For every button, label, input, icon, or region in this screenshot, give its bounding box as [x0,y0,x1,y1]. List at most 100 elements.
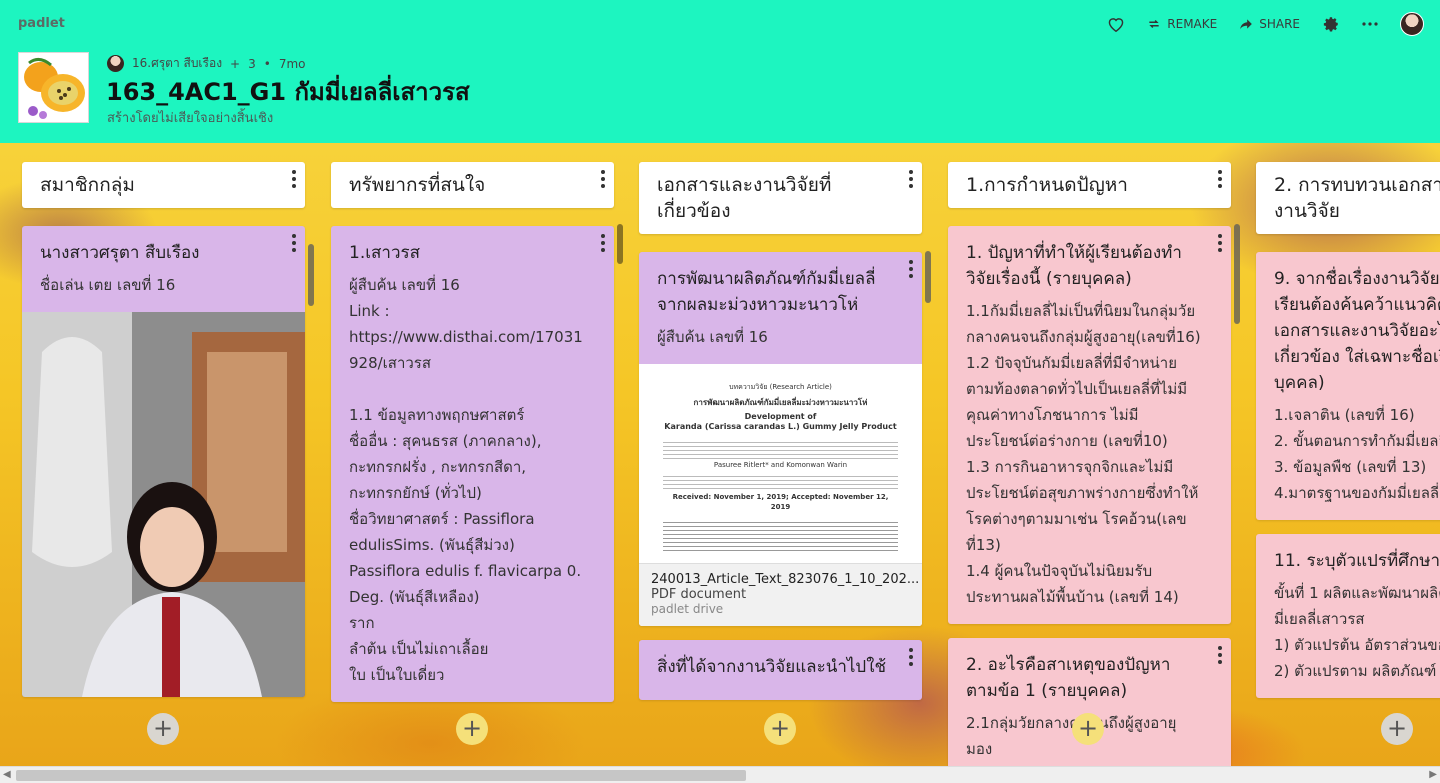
remake-icon [1149,20,1159,28]
gear-icon [1323,17,1338,32]
post-body: 1.1กัมมี่เยลลี่ไม่เป็นที่นิยมในกลุ่มวัยก… [966,302,1201,606]
column-header: 2. การทบทวนเอกสารและงานวิจัย [1256,162,1440,234]
column-menu-icon[interactable] [291,170,297,188]
column-title: 2. การทบทวนเอกสารและงานวิจัย [1274,174,1440,222]
padlet-subtitle: สร้างโดยไม่เสียใจอย่างสิ้นเชิง [107,111,274,126]
post-body: ผู้สืบค้น เลขที่ 16 [657,328,768,346]
column-literature-review: 2. การทบทวนเอกสารและงานวิจัย 9. จากชื่อเ… [1256,162,1440,712]
passion-fruit-image [19,53,88,122]
post-title: 1. ปัญหาที่ทำให้ผู้เรียนต้องทำวิจัยเรื่อ… [966,243,1182,289]
column-header: 1.การกำหนดปัญหา [948,162,1231,208]
column-posts: 1. ปัญหาที่ทำให้ผู้เรียนต้องทำวิจัยเรื่อ… [948,226,1231,766]
file-source: padlet drive [651,602,724,616]
padlet-age: 7mo [278,56,306,71]
doc-title-en-2: Karanda (Carissa carandas L.) Gummy Jell… [664,422,897,431]
scrollbar-thumb[interactable] [16,770,746,781]
post-line: ชื่ออื่น : สุคนธรส (ภาคกลาง), กะทกรกฝรั่… [349,432,542,502]
add-post-button[interactable]: + [1381,713,1413,745]
post-title: 1.เสาวรส [349,243,421,263]
more-horizontal-icon [1362,22,1378,26]
brand-logo[interactable]: padlet [18,16,65,31]
post-link[interactable]: https://www.disthai.com/17031928/เสาวรส [349,324,584,376]
user-avatar[interactable] [1400,12,1424,36]
post-line: Link : [349,302,390,320]
post-line: ผู้สืบค้น เลขที่ 16 [349,276,460,294]
post-menu-icon[interactable] [1217,646,1223,664]
attachment-preview[interactable]: บทความวิจัย (Research Article) การพัฒนาผ… [639,364,922,626]
column-header: ทรัพยากรที่สนใจ [331,162,614,208]
post-line: ราก [349,614,375,632]
post-body: ชื่อเล่น เตย เลขที่ 16 [40,276,176,294]
column-posts: 1.เสาวรส ผู้สืบค้น เลขที่ 16 Link : http… [331,226,614,702]
post-line: ชื่อวิทยาศาสตร์ : Passiflora edulisSims.… [349,510,582,606]
post-card[interactable]: 1.เสาวรส ผู้สืบค้น เลขที่ 16 Link : http… [331,226,614,702]
scroll-left-icon[interactable]: ◀ [3,769,11,780]
column-posts: นางสาวศรุตา สืบเรือง ชื่อเล่น เตย เลขที่… [22,226,305,697]
post-line: 1.1 ข้อมูลทางพฤกษศาสตร์ [349,406,525,424]
post-card[interactable]: 9. จากชื่อเรื่องงานวิจัยที่ตั้งไว้ ผู้เร… [1256,252,1440,520]
column-posts: 9. จากชื่อเรื่องงานวิจัยที่ตั้งไว้ ผู้เร… [1256,252,1440,698]
doc-received: Received: November 1, 2019; Accepted: No… [672,493,889,511]
portrait-image [22,312,305,697]
post-title: การพัฒนาผลิตภัณฑ์กัมมี่เยลลี่จากผลมะม่วง… [657,269,876,315]
post-card[interactable]: 11. ระบุตัวแปรที่ศึกษา ขั้นที่ 1 ผลิตและ… [1256,534,1440,698]
pdf-page-preview: บทความวิจัย (Research Article) การพัฒนาผ… [639,364,922,564]
scroll-indicator[interactable] [308,244,314,306]
author-name[interactable]: 16.ศรุตา สืบเรือง [132,54,222,73]
post-menu-icon[interactable] [908,260,914,278]
post-card[interactable]: 2. อะไรคือสาเหตุของปัญหาตามข้อ 1 (รายบุค… [948,638,1231,766]
header-actions: REMAKE SHARE [1107,12,1424,36]
doc-text-lines [663,522,898,552]
doc-text-lines [663,476,898,492]
post-menu-icon[interactable] [1217,234,1223,252]
post-menu-icon[interactable] [291,234,297,252]
doc-heading: บทความวิจัย (Research Article) [729,383,832,391]
post-menu-icon[interactable] [908,648,914,666]
remake-button[interactable]: REMAKE [1147,17,1217,31]
share-label: SHARE [1259,17,1300,31]
column-resources: ทรัพยากรที่สนใจ 1.เสาวรส ผู้สืบค้น เลขที… [331,162,623,716]
attachment-info: 240013_Article_Text_823076_1_10_202... P… [639,564,922,626]
post-title: 2. อะไรคือสาเหตุของปัญหาตามข้อ 1 (รายบุค… [966,655,1171,701]
post-card[interactable]: นางสาวศรุตา สืบเรือง ชื่อเล่น เตย เลขที่… [22,226,305,697]
column-menu-icon[interactable] [600,170,606,188]
add-post-button[interactable]: + [456,713,488,745]
post-card[interactable]: การพัฒนาผลิตภัณฑ์กัมมี่เยลลี่จากผลมะม่วง… [639,252,922,626]
scroll-indicator[interactable] [925,251,931,303]
horizontal-scrollbar[interactable]: ◀ ▶ [0,766,1440,783]
padlet-header: padlet REMAKE SHARE 16.ศรุตา สืบเรือง + … [0,0,1440,143]
column-title: เอกสารและงานวิจัยที่เกี่ยวข้อง [657,174,832,222]
column-title: 1.การกำหนดปัญหา [966,174,1128,196]
column-problem-definition: 1.การกำหนดปัญหา 1. ปัญหาที่ทำให้ผู้เรียน… [948,162,1240,766]
doc-text-lines [663,442,898,460]
add-post-button[interactable]: + [1072,713,1104,745]
scroll-right-icon[interactable]: ▶ [1429,769,1437,780]
doc-title-th: การพัฒนาผลิตภัณฑ์กัมมี่เยลลี่มะม่วงหาวมะ… [693,398,868,407]
padlet-board: สมาชิกกลุ่ม นางสาวศรุตา สืบเรือง ชื่อเล่… [0,143,1440,766]
column-menu-icon[interactable] [908,170,914,188]
scroll-indicator[interactable] [1234,224,1240,324]
padlet-meta: 16.ศรุตา สืบเรือง + 3 • 7mo [107,54,306,73]
post-body: 1.เจลาติน (เลขที่ 16) 2. ขั้นตอนการทำกัม… [1274,406,1440,502]
post-title: สิ่งที่ได้จากงานวิจัยและนำไปใช้ [657,657,887,677]
post-title: 11. ระบุตัวแปรที่ศึกษา [1274,551,1440,571]
post-card[interactable]: 1. ปัญหาที่ทำให้ผู้เรียนต้องทำวิจัยเรื่อ… [948,226,1231,624]
column-header: สมาชิกกลุ่ม [22,162,305,208]
column-menu-icon[interactable] [1217,170,1223,188]
padlet-thumbnail [18,52,89,123]
settings-button[interactable] [1322,15,1340,33]
scroll-indicator[interactable] [617,224,623,264]
post-card[interactable]: สิ่งที่ได้จากงานวิจัยและนำไปใช้ [639,640,922,700]
share-button[interactable]: SHARE [1239,17,1300,31]
share-icon [1240,19,1253,30]
post-menu-icon[interactable] [600,234,606,252]
plus-icon: + [230,56,241,71]
post-title: นางสาวศรุตา สืบเรือง [40,243,200,263]
remake-label: REMAKE [1167,17,1218,31]
add-post-button[interactable]: + [147,713,179,745]
like-button[interactable] [1107,16,1125,32]
more-button[interactable] [1362,22,1378,26]
add-post-button[interactable]: + [764,713,796,745]
author-avatar [107,55,124,72]
